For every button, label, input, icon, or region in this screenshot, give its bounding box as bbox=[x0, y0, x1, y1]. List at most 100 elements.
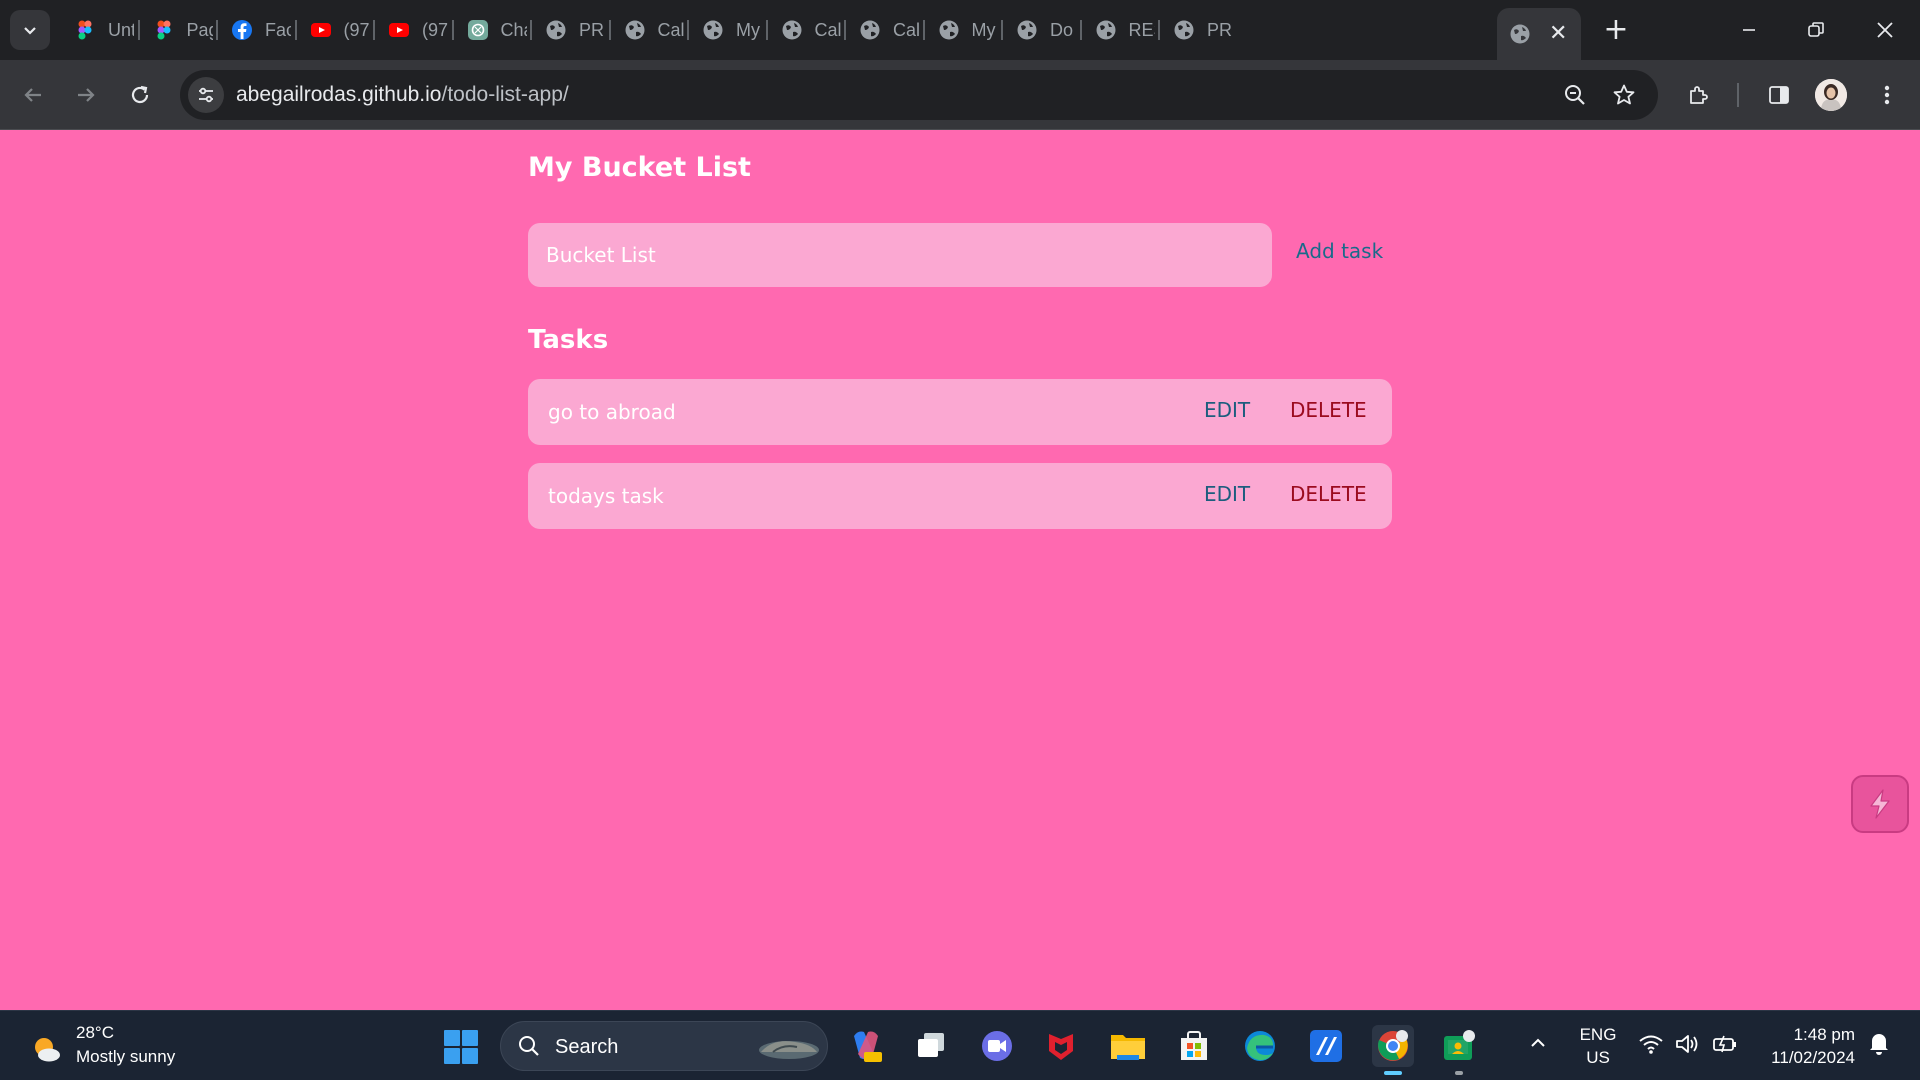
taskbar-task-view[interactable] bbox=[910, 1025, 952, 1067]
weather-widget[interactable]: 28°C Mostly sunny bbox=[30, 1023, 230, 1071]
tab-title: (97 bbox=[343, 19, 370, 40]
tab-title: PRI bbox=[1207, 19, 1233, 40]
tab-separator bbox=[373, 20, 375, 40]
delete-button[interactable]: DELETE bbox=[1290, 398, 1367, 422]
browser-tab[interactable]: Cal bbox=[847, 10, 919, 50]
tune-icon bbox=[199, 87, 213, 103]
taskbar-copilot[interactable] bbox=[845, 1025, 887, 1067]
restore-button[interactable] bbox=[1793, 10, 1839, 50]
browser-tab[interactable]: My bbox=[926, 10, 998, 50]
globe-icon bbox=[624, 19, 646, 41]
browser-tab[interactable]: Pag bbox=[141, 10, 213, 50]
search-icon bbox=[519, 1036, 539, 1056]
reload-button[interactable] bbox=[122, 77, 158, 113]
taskbar-microsoft-store[interactable] bbox=[1173, 1025, 1215, 1067]
taskbar-edge[interactable] bbox=[1239, 1025, 1281, 1067]
battery-status[interactable] bbox=[1712, 1033, 1738, 1060]
browser-tab[interactable]: RES bbox=[1083, 10, 1155, 50]
language-code: ENG bbox=[1579, 1025, 1617, 1044]
tab-active[interactable]: ✕ bbox=[1497, 8, 1581, 60]
close-window-button[interactable] bbox=[1862, 10, 1908, 50]
close-icon bbox=[1877, 22, 1893, 38]
browser-tab[interactable]: My bbox=[690, 10, 762, 50]
close-tab-icon[interactable]: ✕ bbox=[1549, 23, 1567, 45]
browser-tab[interactable]: PRI bbox=[533, 10, 605, 50]
chevron-up-icon bbox=[1531, 1038, 1545, 1047]
back-button[interactable] bbox=[15, 77, 51, 113]
browser-tab[interactable]: Cal bbox=[612, 10, 684, 50]
forward-button[interactable] bbox=[68, 77, 104, 113]
language-indicator[interactable]: ENG US bbox=[1578, 1023, 1618, 1069]
tab-separator bbox=[137, 20, 140, 40]
taskbar-mcafee[interactable] bbox=[1040, 1025, 1082, 1067]
facebook-icon bbox=[231, 19, 253, 41]
address-bar[interactable]: abegailrodas.github.io/todo-list-app/ bbox=[180, 70, 1658, 120]
show-hidden-icons-button[interactable] bbox=[1528, 1033, 1548, 1058]
tab-strip: Unt Pag Fac (97 (97 Cha PRI Cal My Cal Cal My Do RES P… bbox=[0, 0, 1920, 60]
task-input[interactable] bbox=[528, 223, 1272, 287]
browser-tab[interactable]: Do bbox=[1004, 10, 1076, 50]
tab-title: My bbox=[736, 19, 760, 40]
youtube-icon bbox=[388, 19, 410, 41]
windows-taskbar: 28°C Mostly sunny Search ENG US 1:48 pm … bbox=[0, 1010, 1920, 1080]
chrome-menu-button[interactable] bbox=[1869, 77, 1905, 113]
tab-separator bbox=[1001, 20, 1003, 40]
tasks-heading: Tasks bbox=[528, 325, 609, 355]
weather-condition: Mostly sunny bbox=[76, 1047, 176, 1066]
side-panel-button[interactable] bbox=[1761, 77, 1797, 113]
zoom-out-icon bbox=[1565, 85, 1585, 105]
zoom-button[interactable] bbox=[1561, 81, 1589, 109]
notifications-button[interactable] bbox=[1868, 1031, 1890, 1060]
profile-avatar[interactable] bbox=[1815, 79, 1847, 111]
taskbar-search[interactable]: Search bbox=[500, 1021, 828, 1071]
taskbar-teams[interactable] bbox=[976, 1025, 1018, 1067]
browser-tab[interactable]: (97 bbox=[298, 10, 370, 50]
star-icon bbox=[1613, 84, 1635, 105]
globe-icon bbox=[859, 19, 881, 41]
search-label: Search bbox=[555, 1036, 619, 1058]
edge-icon bbox=[1245, 1031, 1275, 1061]
browser-tab[interactable]: (97 bbox=[376, 10, 448, 50]
floating-extension-button[interactable] bbox=[1851, 775, 1909, 833]
tab-title: Do bbox=[1050, 19, 1074, 40]
clock[interactable]: 1:48 pm 11/02/2024 bbox=[1755, 1023, 1855, 1069]
browser-tab[interactable]: Cha bbox=[455, 10, 527, 50]
browser-tab[interactable]: PRI bbox=[1161, 10, 1233, 50]
globe-icon bbox=[702, 19, 724, 41]
puzzle-icon bbox=[1690, 86, 1708, 104]
figma-icon bbox=[153, 19, 175, 41]
delete-button[interactable]: DELETE bbox=[1290, 482, 1367, 506]
browser-tab[interactable]: Unt bbox=[62, 10, 134, 50]
taskbar-file-explorer[interactable] bbox=[1107, 1025, 1149, 1067]
volume-status[interactable] bbox=[1675, 1033, 1701, 1060]
wifi-status[interactable] bbox=[1638, 1033, 1664, 1060]
sun-cloud-icon bbox=[35, 1038, 60, 1062]
taskbar-chrome[interactable] bbox=[1372, 1025, 1414, 1075]
task-text: go to abroad bbox=[548, 400, 676, 424]
edit-button[interactable]: EDIT bbox=[1204, 482, 1250, 506]
url-path: /todo-list-app/ bbox=[441, 83, 569, 106]
new-tab-button[interactable]: + bbox=[1598, 12, 1634, 48]
minimize-button[interactable] bbox=[1726, 10, 1772, 50]
url-text[interactable]: abegailrodas.github.io/todo-list-app/ bbox=[236, 83, 569, 107]
tab-search-button[interactable] bbox=[10, 10, 50, 50]
tab-separator bbox=[530, 20, 532, 40]
browser-tab[interactable]: Cal bbox=[769, 10, 841, 50]
globe-icon bbox=[1016, 19, 1038, 41]
start-button[interactable] bbox=[442, 1028, 480, 1066]
browser-tab[interactable]: Fac bbox=[219, 10, 291, 50]
battery-charging-icon bbox=[1713, 1035, 1736, 1053]
extensions-button[interactable] bbox=[1681, 77, 1717, 113]
taskbar-classroom[interactable] bbox=[1438, 1025, 1480, 1075]
classroom-icon bbox=[1444, 1030, 1475, 1060]
edit-button[interactable]: EDIT bbox=[1204, 398, 1250, 422]
chatgpt-icon bbox=[467, 19, 489, 41]
speaker-icon bbox=[1676, 1035, 1698, 1053]
taskbar-app-blue[interactable] bbox=[1305, 1025, 1347, 1067]
site-info-button[interactable] bbox=[188, 77, 224, 113]
add-task-button[interactable]: Add task bbox=[1296, 239, 1383, 263]
bookmark-button[interactable] bbox=[1610, 81, 1638, 109]
page-title: My Bucket List bbox=[528, 152, 751, 183]
task-list: go to abroad EDIT DELETE todays task EDI… bbox=[528, 379, 1392, 547]
wifi-icon bbox=[1639, 1035, 1663, 1054]
